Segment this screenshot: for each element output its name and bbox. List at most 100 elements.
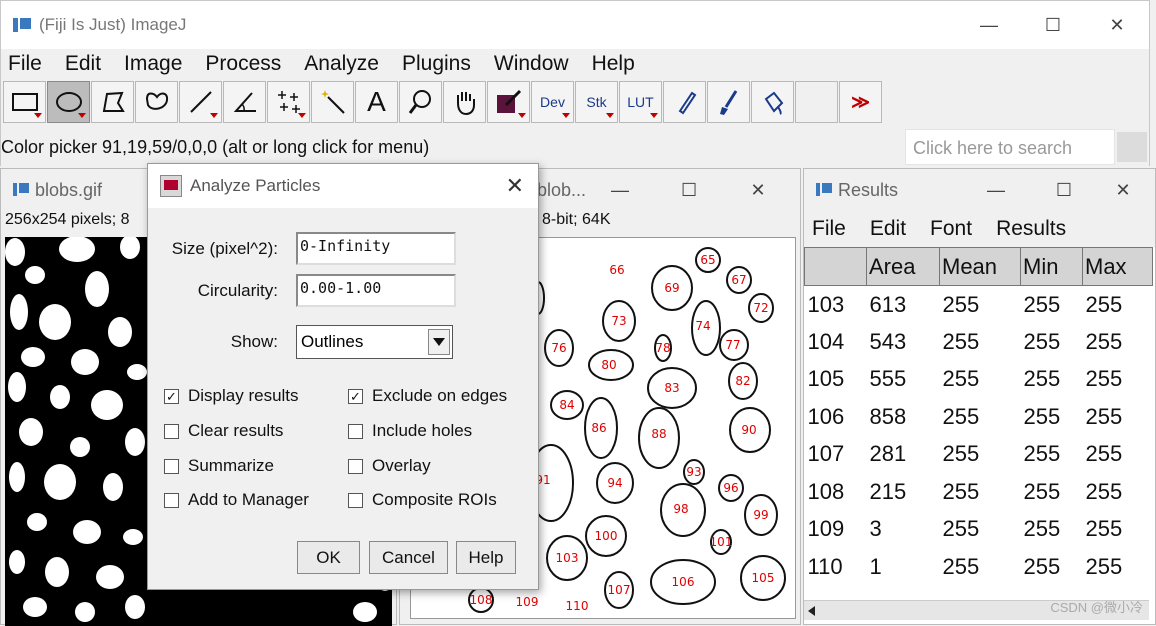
menu-file[interactable]: File [8, 52, 42, 76]
summarize-box[interactable] [164, 458, 179, 474]
table-row[interactable]: 109 3 255 255 255 [805, 511, 1153, 549]
menu-analyze[interactable]: Analyze [304, 52, 379, 76]
results-close-button[interactable]: ✕ [1098, 180, 1148, 201]
results-menu-file[interactable]: File [812, 217, 846, 241]
composite-rois-checkbox[interactable]: Composite ROIs [348, 490, 497, 510]
close-button[interactable]: ✕ [1085, 15, 1149, 36]
menu-process[interactable]: Process [205, 52, 281, 76]
composite-rois-box[interactable] [348, 492, 363, 508]
table-row[interactable]: 110 1 255 255 255 [805, 548, 1153, 586]
include-holes-box[interactable] [348, 423, 363, 439]
status-text: Color picker 91,19,59/0,0,0 (alt or long… [1, 136, 430, 157]
chevron-down-icon[interactable] [428, 329, 450, 355]
menu-plugins[interactable]: Plugins [402, 52, 471, 76]
freehand-tool[interactable] [135, 81, 178, 123]
line-tool[interactable] [179, 81, 222, 123]
column-header[interactable]: Max [1082, 247, 1153, 286]
dev-label: Dev [540, 94, 565, 110]
table-cell: 1 [869, 553, 882, 579]
outlines-close-button[interactable]: ✕ [724, 180, 792, 201]
table-cell: 255 [1085, 291, 1123, 317]
cancel-button[interactable]: Cancel [369, 541, 448, 574]
table-row[interactable]: 103 613 255 255 255 [805, 286, 1153, 324]
particle-label: 74 [695, 319, 710, 333]
text-tool[interactable]: A [355, 81, 398, 123]
add-manager-checkbox[interactable]: Add to Manager [164, 490, 309, 510]
scroll-left-icon[interactable] [808, 606, 815, 616]
particle-label: 99 [753, 508, 768, 522]
table-cell: 255 [942, 366, 980, 392]
results-minimize-button[interactable]: — [962, 180, 1030, 201]
table-row[interactable]: 108 215 255 255 255 [805, 473, 1153, 511]
hand-tool[interactable] [443, 81, 486, 123]
polygon-tool[interactable] [91, 81, 134, 123]
column-header[interactable]: Mean [939, 247, 1021, 286]
ok-button[interactable]: OK [297, 541, 360, 574]
table-row[interactable]: 105 555 255 255 255 [805, 361, 1153, 399]
oval-tool[interactable] [47, 81, 90, 123]
help-button[interactable]: Help [456, 541, 516, 574]
particle-label: 84 [559, 398, 574, 412]
particle-label: 77 [725, 338, 740, 352]
dialog-close-button[interactable]: ✕ [506, 173, 524, 199]
overlay-label: Overlay [372, 456, 431, 475]
table-cell: 255 [1023, 328, 1061, 354]
angle-tool[interactable] [223, 81, 266, 123]
column-header[interactable] [804, 247, 867, 286]
particle-label: 83 [664, 381, 679, 395]
overlay-box[interactable] [348, 458, 363, 474]
exclude-edges-checkbox[interactable]: ✓ Exclude on edges [348, 386, 507, 406]
lut-tool[interactable]: LUT [619, 81, 662, 123]
rectangle-tool[interactable] [3, 81, 46, 123]
results-menu-font[interactable]: Font [930, 217, 972, 241]
point-tool[interactable] [267, 81, 310, 123]
menu-help[interactable]: Help [592, 52, 635, 76]
stk-tool[interactable]: Stk [575, 81, 618, 123]
particle-label: 103 [556, 551, 579, 565]
fiji-window-icon [13, 182, 29, 198]
menu-image[interactable]: Image [124, 52, 182, 76]
exclude-edges-box[interactable]: ✓ [348, 388, 363, 404]
results-maximize-button[interactable]: ☐ [1030, 180, 1098, 201]
table-row[interactable]: 104 543 255 255 255 [805, 323, 1153, 361]
table-cell: 255 [1023, 403, 1061, 429]
overlay-checkbox[interactable]: Overlay [348, 456, 431, 476]
column-header[interactable]: Area [866, 247, 940, 286]
results-menu-edit[interactable]: Edit [870, 217, 906, 241]
menu-window[interactable]: Window [494, 52, 569, 76]
empty-tool-slot[interactable] [795, 81, 838, 123]
clear-results-box[interactable] [164, 423, 179, 439]
size-input[interactable]: 0-Infinity [296, 232, 456, 265]
zoom-tool[interactable] [399, 81, 442, 123]
maximize-button[interactable]: ☐ [1021, 15, 1085, 36]
particle-label: 106 [672, 575, 695, 589]
wand-tool[interactable] [311, 81, 354, 123]
minimize-button[interactable]: — [957, 15, 1021, 36]
outlines-minimize-button[interactable]: — [586, 180, 654, 201]
brush-tool[interactable] [707, 81, 750, 123]
menu-edit[interactable]: Edit [65, 52, 101, 76]
pencil-tool[interactable] [663, 81, 706, 123]
lut-label: LUT [627, 94, 654, 110]
color-picker-tool[interactable] [487, 81, 530, 123]
add-manager-box[interactable] [164, 492, 179, 508]
search-button[interactable] [1117, 132, 1147, 162]
results-table[interactable]: Area Mean Min Max 103 613 255 255 255 104 543 2… [804, 247, 1153, 586]
display-results-box[interactable]: ✓ [164, 388, 179, 404]
main-window-title: (Fiji Is Just) ImageJ [39, 15, 187, 34]
dev-tool[interactable]: Dev [531, 81, 574, 123]
table-row[interactable]: 106 858 255 255 255 [805, 398, 1153, 436]
display-results-checkbox[interactable]: ✓ Display results [164, 386, 299, 406]
more-tools-button[interactable]: ≫ [839, 81, 882, 123]
outlines-maximize-button[interactable]: ☐ [654, 180, 724, 201]
results-menu-results[interactable]: Results [996, 217, 1066, 241]
show-select[interactable]: Outlines [296, 325, 453, 359]
table-row[interactable]: 107 281 255 255 255 [805, 436, 1153, 474]
flood-fill-tool[interactable] [751, 81, 794, 123]
summarize-checkbox[interactable]: Summarize [164, 456, 274, 476]
column-header[interactable]: Min [1020, 247, 1083, 286]
circularity-input[interactable]: 0.00-1.00 [296, 274, 456, 307]
include-holes-checkbox[interactable]: Include holes [348, 421, 472, 441]
clear-results-checkbox[interactable]: Clear results [164, 421, 283, 441]
search-input[interactable]: Click here to search [905, 129, 1115, 165]
